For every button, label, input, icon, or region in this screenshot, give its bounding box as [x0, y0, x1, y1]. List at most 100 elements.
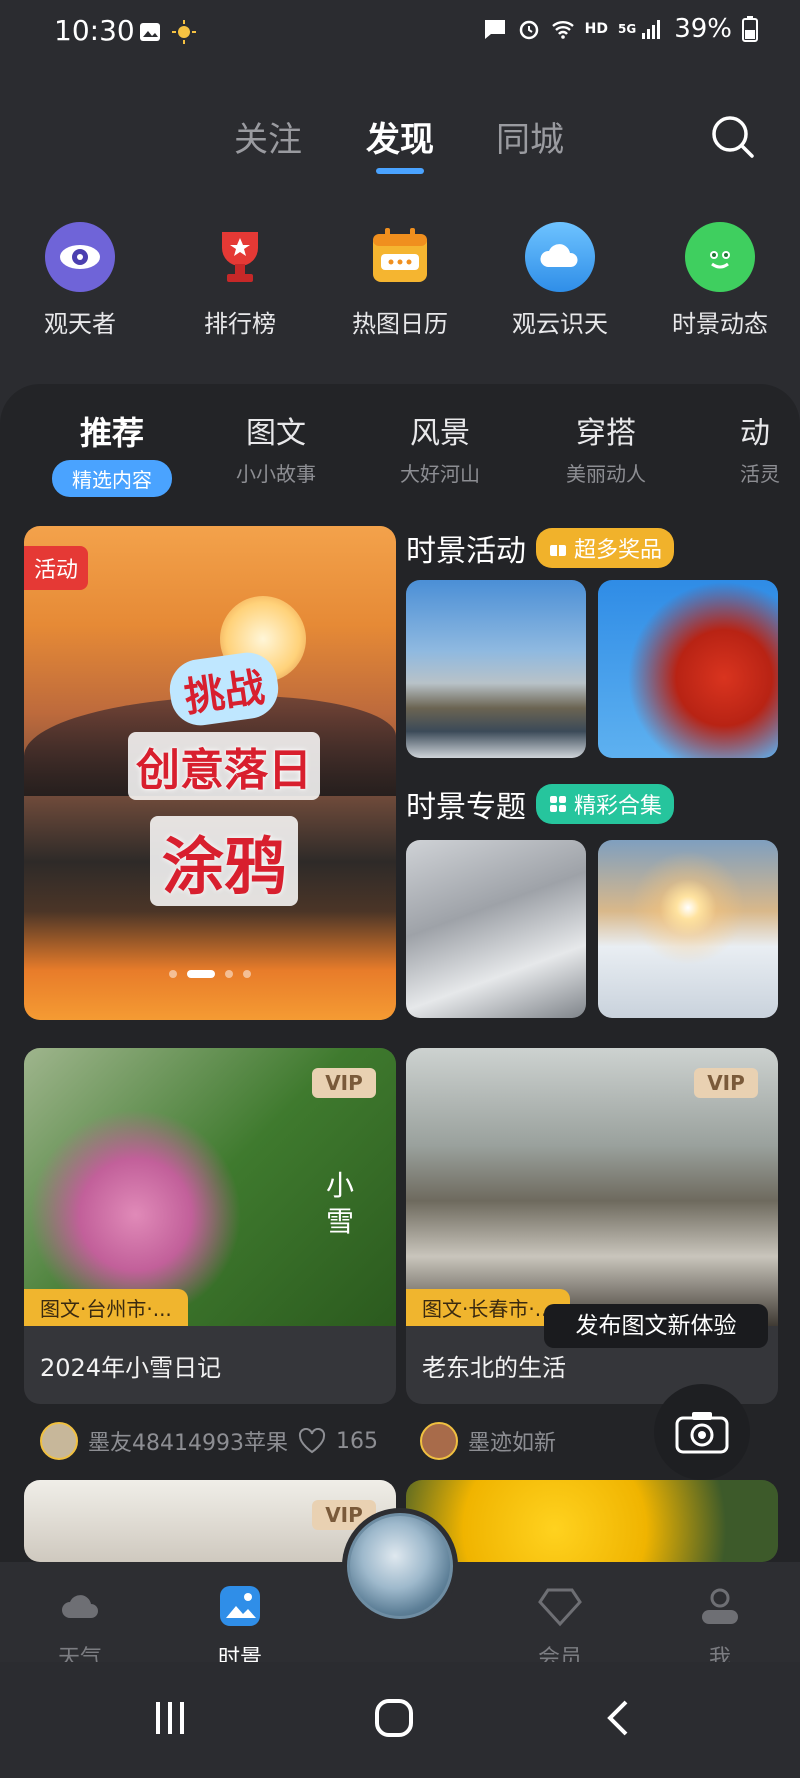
quick-entry-row: 观天者 排行榜 热图日历 观云识天 时景动态 [0, 222, 800, 352]
feed-card-partial[interactable]: VIP [24, 1480, 396, 1562]
topic-section-header[interactable]: 时景专题 精彩合集 [406, 782, 675, 826]
avatar [420, 1422, 458, 1460]
slogan-line-1: 挑战 [165, 648, 283, 730]
nav-membership[interactable]: 会员 [510, 1584, 610, 1672]
prize-pill: 超多奖品 [536, 528, 675, 568]
sky-orb-image [347, 1513, 453, 1619]
signal-icon [642, 20, 661, 39]
section-title: 时景专题 [406, 790, 526, 825]
feed-card[interactable]: VIP 图文·长春市·... 老东北的生活 [406, 1048, 778, 1404]
category-graphic[interactable]: 图文 小小故事 [196, 408, 356, 487]
author-name: 墨迹如新 [468, 1431, 557, 1456]
quick-entry-label: 热图日历 [352, 310, 448, 338]
battery-icon [742, 16, 758, 42]
category-title: 推荐 [79, 414, 144, 452]
activity-thumb-river[interactable] [406, 580, 586, 758]
image-overlay-text: 小雪 [326, 1169, 355, 1238]
feed-card-partial[interactable] [406, 1480, 778, 1562]
nav-me[interactable]: 我 [670, 1584, 770, 1672]
location-tag: 图文·台州市·... [24, 1289, 188, 1326]
avatar [40, 1422, 78, 1460]
banner-slogan: 挑战 创意落日 涂鸦 [84, 648, 364, 906]
trophy-icon [205, 222, 275, 292]
camera-icon [675, 1412, 729, 1454]
feed-author[interactable]: 墨友48414993苹果 165 [40, 1422, 378, 1460]
topic-thumb-sunrise[interactable] [598, 840, 778, 1018]
category-title: 图文 [246, 416, 306, 451]
quick-entry-label: 观天者 [44, 310, 116, 338]
search-icon[interactable] [708, 112, 758, 162]
collection-pill: 精彩合集 [536, 784, 675, 824]
status-bar: 10:30 HD 5G 39% [0, 0, 800, 64]
message-icon [484, 20, 505, 39]
active-tab-indicator [376, 168, 424, 174]
home-icon[interactable] [374, 1698, 414, 1738]
weather-cloud-icon [62, 1595, 98, 1618]
category-subtitle: 活灵 [740, 462, 780, 486]
center-sky-button[interactable] [342, 1508, 458, 1624]
hd-label: HD [584, 21, 608, 37]
carousel-dot [225, 970, 233, 978]
photo-icon [220, 1586, 260, 1626]
like-count: 165 [335, 1428, 378, 1454]
category-recommend[interactable]: 推荐 精选内容 [32, 408, 192, 497]
nav-weather[interactable]: 天气 [30, 1584, 130, 1672]
publish-tooltip: 发布图文新体验 [544, 1304, 768, 1348]
category-scenery[interactable]: 风景 大好河山 [360, 408, 520, 487]
recent-apps-icon[interactable] [150, 1700, 190, 1736]
activity-banner[interactable]: 活动 挑战 创意落日 涂鸦 [24, 526, 396, 1020]
author-name: 墨友48414993苹果 [88, 1431, 288, 1456]
tab-same-city[interactable]: 同城 [496, 112, 564, 161]
activity-badge: 活动 [24, 546, 89, 590]
category-subtitle: 精选内容 [52, 460, 172, 497]
feed-author[interactable]: 墨迹如新 [420, 1422, 556, 1460]
category-subtitle: 大好河山 [400, 462, 480, 486]
category-tabs: 推荐 精选内容 图文 小小故事 风景 大好河山 穿搭 美丽动人 动 活灵 [0, 408, 800, 498]
publish-camera-button[interactable] [654, 1384, 750, 1480]
top-tab-bar: 关注 发现 同城 [0, 112, 800, 182]
clock: 10:30 [54, 14, 135, 47]
eye-icon [45, 222, 115, 292]
category-subtitle: 美丽动人 [566, 462, 646, 486]
vip-diamond-icon [538, 1588, 582, 1627]
nav-moments[interactable]: 时景 [190, 1584, 290, 1672]
feed-card[interactable]: VIP 小雪 图文·台州市·... 2024年小雪日记 [24, 1048, 396, 1404]
heart-icon[interactable] [298, 1428, 326, 1454]
tab-follow[interactable]: 关注 [234, 112, 302, 161]
topic-thumb-snow[interactable] [406, 840, 586, 1018]
section-title: 时景活动 [406, 534, 526, 569]
activity-thumb-maple[interactable] [598, 580, 778, 758]
feed-image: VIP 图文·长春市·... [406, 1048, 778, 1326]
category-title: 穿搭 [576, 416, 636, 451]
tab-discover[interactable]: 发现 [366, 112, 434, 161]
quick-entry-ranking[interactable]: 排行榜 [170, 222, 310, 339]
back-icon[interactable] [604, 1698, 632, 1738]
alarm-icon [519, 20, 538, 40]
category-more[interactable]: 动 活灵 [690, 408, 800, 487]
slogan-line-2: 创意落日 [128, 732, 320, 800]
category-title: 风景 [410, 416, 470, 451]
quick-entry-label: 排行榜 [204, 310, 276, 338]
quick-entry-moments[interactable]: 时景动态 [650, 222, 790, 339]
quick-entry-label: 观云识天 [512, 310, 608, 338]
quick-entry-cloud-watch[interactable]: 观云识天 [490, 222, 630, 339]
category-subtitle: 小小故事 [236, 462, 316, 486]
quick-entry-observer[interactable]: 观天者 [10, 222, 150, 339]
network-label: 5G [618, 22, 637, 36]
feed-image: VIP 小雪 图文·台州市·... [24, 1048, 396, 1326]
cloud-icon [525, 222, 595, 292]
category-outfit[interactable]: 穿搭 美丽动人 [526, 408, 686, 487]
carousel-dot-active [187, 970, 215, 978]
system-navigation-bar [0, 1662, 800, 1778]
calendar-icon [365, 222, 435, 292]
quick-entry-photo-calendar[interactable]: 热图日历 [330, 222, 470, 339]
activity-section-header[interactable]: 时景活动 超多奖品 [406, 526, 675, 570]
vip-badge: VIP [694, 1068, 758, 1098]
battery-percent: 39% [674, 14, 732, 44]
wifi-icon [551, 21, 574, 39]
profile-icon [702, 1588, 738, 1624]
gallery-icon [140, 23, 160, 41]
sun-icon [172, 20, 196, 44]
carousel-dot [243, 970, 251, 978]
feed-title: 2024年小雪日记 [40, 1353, 222, 1382]
